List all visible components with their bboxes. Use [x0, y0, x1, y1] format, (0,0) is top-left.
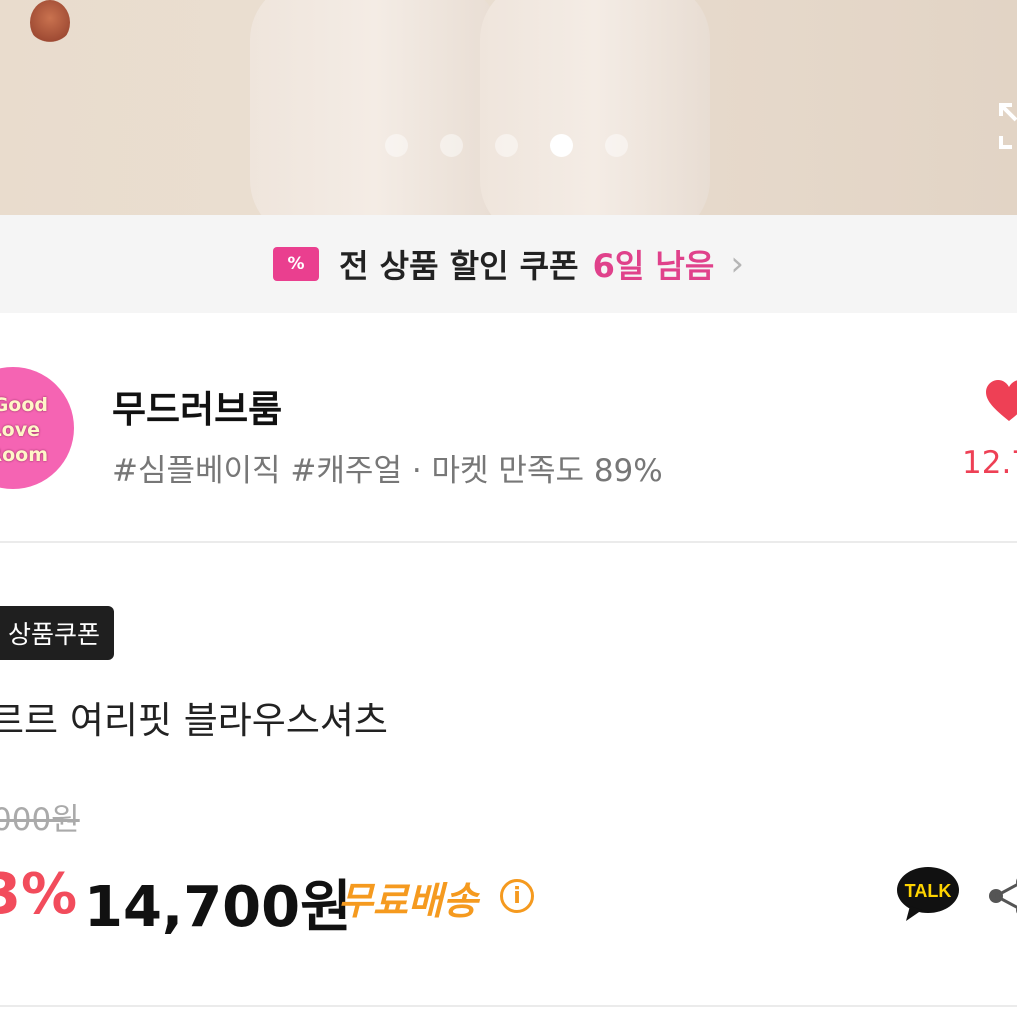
- shop-tags: #심플베이직 #캐주얼 · 마켓 만족도 89%: [112, 453, 663, 489]
- free-shipping-label: 무료배송: [338, 879, 478, 923]
- sale-price: 14,700원: [84, 875, 352, 940]
- like-count: 12.7: [962, 445, 1017, 481]
- product-title: 르르 여리핏 블라우스셔츠: [0, 699, 388, 742]
- coupon-banner[interactable]: % 전 상품 할인 쿠폰 6일 남음 ›: [0, 215, 1017, 313]
- chevron-right-icon: ›: [730, 244, 744, 284]
- carousel-indicator: [385, 134, 628, 157]
- carousel-dot[interactable]: [385, 134, 408, 157]
- coupon-days-left: 6일 남음: [592, 247, 715, 285]
- original-price: 000원: [0, 802, 80, 838]
- info-icon[interactable]: i: [500, 879, 534, 913]
- heart-icon[interactable]: [984, 379, 1017, 423]
- section-divider: [0, 1005, 1017, 1007]
- expand-icon[interactable]: [998, 102, 1017, 150]
- carousel-dot[interactable]: [495, 134, 518, 157]
- coupon-icon: %: [273, 247, 320, 281]
- discount-rate: 3%: [0, 862, 78, 927]
- product-photo-leg: [250, 0, 500, 215]
- kakao-talk-icon[interactable]: TALK: [896, 866, 960, 922]
- flower-decoration: [30, 0, 70, 45]
- shop-logo[interactable]: Good Love Room: [0, 367, 74, 489]
- product-photo-leg: [480, 0, 710, 215]
- product-image-carousel[interactable]: [0, 0, 1017, 215]
- talk-label: TALK: [905, 881, 952, 901]
- carousel-dot-active[interactable]: [550, 134, 573, 157]
- shop-name[interactable]: 무드러브룸: [112, 379, 282, 433]
- product-coupon-badge: 상품쿠폰: [0, 606, 115, 660]
- carousel-dot[interactable]: [605, 134, 628, 157]
- shop-info[interactable]: Good Love Room 무드러브룸 #심플베이직 #캐주얼 · 마켓 만족…: [0, 313, 1017, 543]
- carousel-dot[interactable]: [440, 134, 463, 157]
- coupon-text: 전 상품 할인 쿠폰: [339, 247, 579, 285]
- share-icon[interactable]: [988, 876, 1017, 916]
